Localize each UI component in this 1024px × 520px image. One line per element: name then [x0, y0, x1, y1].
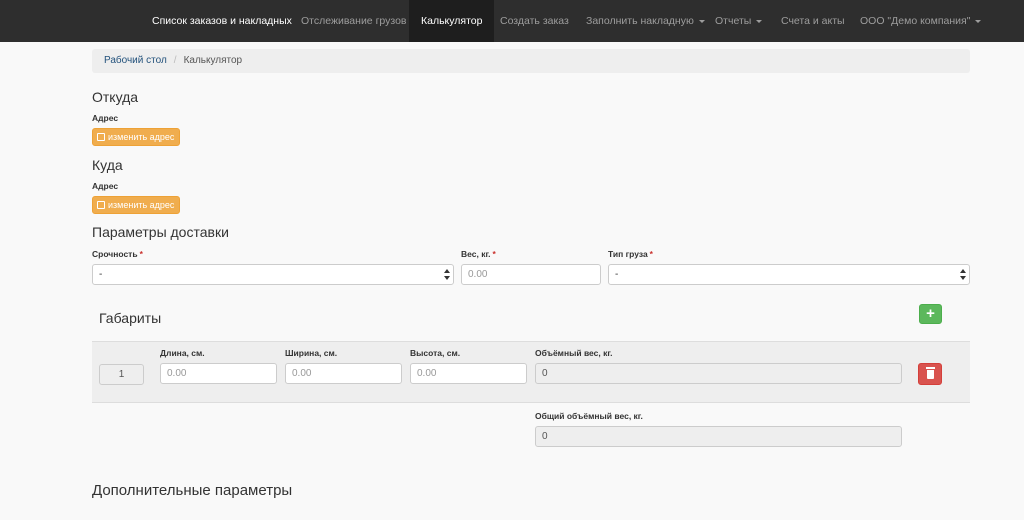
- weight-label: Вес, кг. *: [461, 249, 496, 259]
- nav-create-order[interactable]: Создать заказ: [500, 0, 569, 42]
- volume-weight-label: Объёмный вес, кг.: [535, 348, 613, 358]
- nav-calculator[interactable]: Калькулятор: [409, 0, 495, 42]
- width-label: Ширина, см.: [285, 348, 338, 358]
- to-change-address-label: изменить адрес: [108, 200, 175, 210]
- urgency-label-text: Срочность: [92, 249, 138, 259]
- nav-tracking[interactable]: Отслеживание грузов: [301, 0, 406, 42]
- breadcrumb-separator: /: [173, 55, 177, 66]
- length-input[interactable]: 0.00: [160, 363, 277, 384]
- to-address-label: Адрес: [92, 181, 119, 191]
- from-address-label: Адрес: [92, 113, 119, 123]
- nav-company-label: ООО "Демо компания": [860, 15, 971, 27]
- required-mark: *: [139, 249, 143, 259]
- cargo-type-label: Тип груза *: [608, 249, 653, 259]
- height-label: Высота, см.: [410, 348, 461, 358]
- dimension-row-index: 1: [99, 364, 144, 385]
- length-label: Длина, см.: [160, 348, 205, 358]
- delivery-section-title: Параметры доставки: [92, 224, 229, 240]
- add-dimension-button[interactable]: +: [919, 304, 942, 324]
- to-section-title: Куда: [92, 157, 123, 173]
- volume-weight-field: 0: [535, 363, 902, 384]
- caret-down-icon: [975, 19, 982, 23]
- caret-down-icon: [756, 19, 763, 23]
- breadcrumb-home-link[interactable]: Рабочий стол: [104, 55, 167, 66]
- from-change-address-label: изменить адрес: [108, 132, 175, 142]
- dimensions-section-title: Габариты: [99, 310, 162, 326]
- nav-fill-waybill-label: Заполнить накладную: [586, 15, 694, 27]
- to-change-address-button[interactable]: изменить адрес: [92, 196, 181, 214]
- additional-section-title: Дополнительные параметры: [92, 482, 293, 499]
- cargo-type-label-text: Тип груза: [608, 249, 648, 259]
- nav-orders-list[interactable]: Список заказов и накладных: [152, 0, 292, 42]
- total-volume-weight-label: Общий объёмный вес, кг.: [535, 411, 643, 421]
- nav-reports-dropdown[interactable]: Отчеты: [715, 0, 763, 42]
- cargo-type-select[interactable]: -: [608, 264, 970, 285]
- caret-down-icon: [698, 19, 705, 23]
- from-change-address-button[interactable]: изменить адрес: [92, 128, 181, 146]
- delete-dimension-button[interactable]: [918, 363, 942, 385]
- weight-label-text: Вес, кг.: [461, 249, 491, 259]
- width-input[interactable]: 0.00: [285, 363, 402, 384]
- edit-icon: [97, 133, 105, 141]
- nav-invoices[interactable]: Счета и акты: [781, 0, 845, 42]
- top-navbar: Список заказов и накладных Отслеживание …: [0, 0, 1024, 42]
- urgency-select-value: -: [99, 269, 103, 280]
- required-mark: *: [492, 249, 496, 259]
- nav-company-dropdown[interactable]: ООО "Демо компания": [860, 0, 982, 42]
- urgency-label: Срочность *: [92, 249, 143, 259]
- select-arrows-icon: [960, 268, 966, 281]
- breadcrumb: Рабочий стол / Калькулятор: [92, 49, 970, 73]
- breadcrumb-current: Калькулятор: [183, 55, 243, 66]
- urgency-select[interactable]: -: [92, 264, 454, 285]
- required-mark: *: [649, 249, 653, 259]
- nav-fill-waybill-dropdown[interactable]: Заполнить накладную: [586, 0, 705, 42]
- trash-icon: [926, 367, 935, 379]
- total-volume-weight-field: 0: [535, 426, 902, 447]
- from-section-title: Откуда: [92, 89, 139, 105]
- select-arrows-icon: [444, 268, 450, 281]
- height-input[interactable]: 0.00: [410, 363, 527, 384]
- nav-reports-label: Отчеты: [715, 15, 752, 27]
- weight-input[interactable]: 0.00: [461, 264, 601, 285]
- edit-icon: [97, 201, 105, 209]
- cargo-type-select-value: -: [615, 269, 619, 280]
